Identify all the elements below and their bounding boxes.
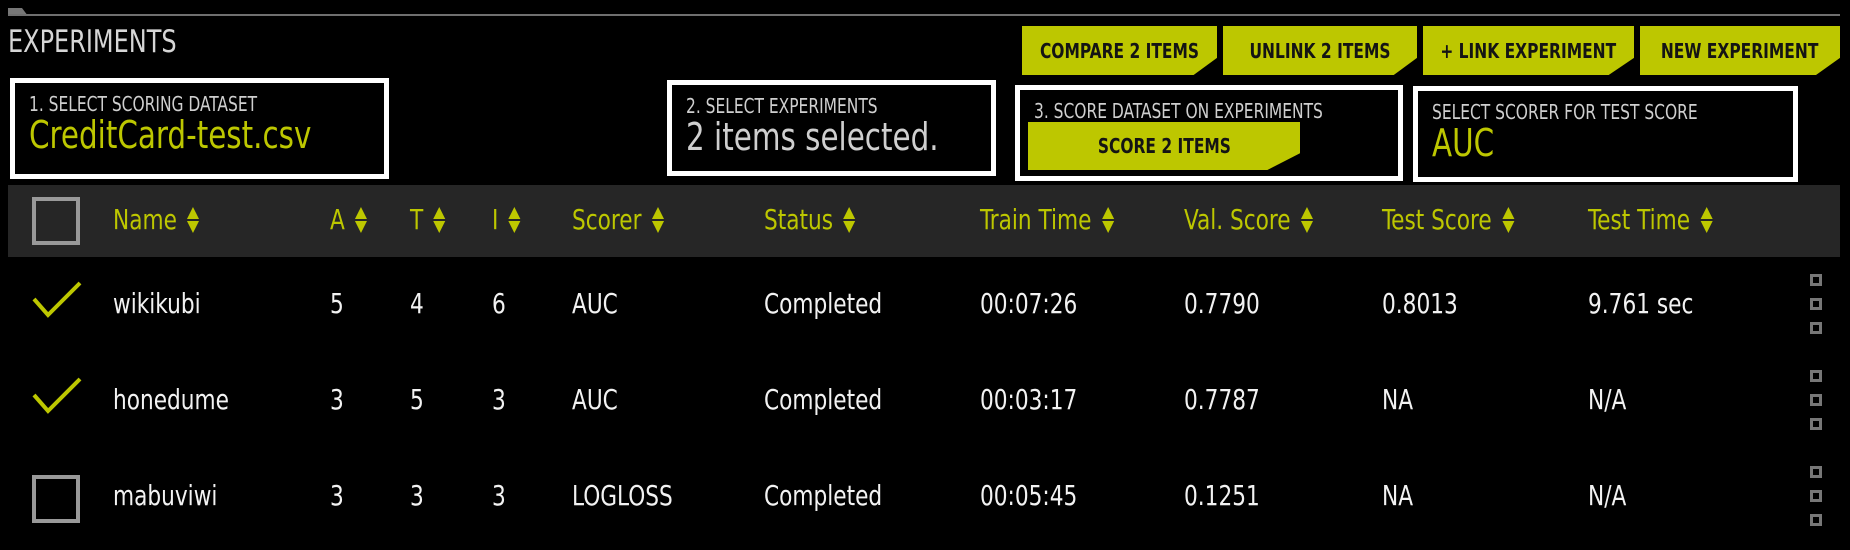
- column-header-val-score[interactable]: Val. Score: [1184, 203, 1313, 236]
- cell-test-time: N/A: [1588, 383, 1627, 416]
- cell-test-score: 0.8013: [1382, 287, 1458, 320]
- sort-icon[interactable]: [187, 206, 200, 233]
- score-items-button-label: SCORE 2 ITEMS: [1097, 134, 1231, 158]
- column-header-t[interactable]: T: [410, 203, 446, 236]
- compare-button-label: COMPARE 2 ITEMS: [1039, 38, 1200, 63]
- cell-test-time: 9.761 sec: [1588, 287, 1694, 320]
- column-label: Train Time: [980, 203, 1092, 236]
- cell-i: 6: [492, 287, 506, 320]
- checkmark-icon[interactable]: [32, 377, 82, 417]
- cell-test-score: NA: [1382, 479, 1414, 512]
- sort-icon[interactable]: [1300, 206, 1313, 233]
- row-checkbox[interactable]: [32, 475, 80, 523]
- scoring-dataset-selector[interactable]: 1. SELECT SCORING DATASET CreditCard-tes…: [10, 78, 389, 179]
- cell-train-time: 00:03:17: [980, 383, 1078, 416]
- page-title: EXPERIMENTS: [8, 24, 177, 60]
- row-menu-icon[interactable]: [1810, 466, 1824, 526]
- sort-icon[interactable]: [1502, 206, 1515, 233]
- cell-a: 3: [330, 383, 344, 416]
- scoring-dataset-value: CreditCard-test.csv: [29, 113, 312, 157]
- cell-t: 3: [410, 479, 424, 512]
- row-menu-icon[interactable]: [1810, 274, 1824, 334]
- column-label: A: [330, 203, 345, 236]
- divider: [8, 14, 1840, 16]
- link-experiment-button-label: + LINK EXPERIMENT: [1440, 38, 1617, 63]
- score-items-button[interactable]: SCORE 2 ITEMS: [1028, 122, 1300, 170]
- cell-status: Completed: [764, 479, 883, 512]
- column-label: Test Time: [1588, 203, 1691, 236]
- cell-val-score: 0.1251: [1184, 479, 1260, 512]
- unlink-button-label: UNLINK 2 ITEMS: [1249, 38, 1391, 63]
- cell-name: wikikubi: [113, 287, 201, 320]
- sort-icon[interactable]: [651, 206, 664, 233]
- column-header-status[interactable]: Status: [764, 203, 856, 236]
- score-dataset-label: 3. SCORE DATASET ON EXPERIMENTS: [1034, 99, 1323, 123]
- sort-icon[interactable]: [843, 206, 856, 233]
- column-label: Name: [113, 203, 177, 236]
- sort-icon[interactable]: [355, 206, 368, 233]
- cell-test-score: NA: [1382, 383, 1414, 416]
- cell-i: 3: [492, 383, 506, 416]
- table-header: Name A T I Scorer Status Train Time Val. Score T…: [8, 185, 1840, 257]
- cell-status: Completed: [764, 287, 883, 320]
- cell-t: 5: [410, 383, 424, 416]
- cell-name: honedume: [113, 383, 229, 416]
- cell-a: 3: [330, 479, 344, 512]
- column-label: I: [492, 203, 499, 236]
- column-label: Status: [764, 203, 834, 236]
- new-experiment-button-label: NEW EXPERIMENT: [1661, 38, 1819, 63]
- link-experiment-button[interactable]: + LINK EXPERIMENT: [1423, 26, 1634, 75]
- cell-val-score: 0.7787: [1184, 383, 1260, 416]
- cell-a: 5: [330, 287, 344, 320]
- column-header-test-time[interactable]: Test Time: [1588, 203, 1713, 236]
- column-header-a[interactable]: A: [330, 203, 368, 236]
- column-header-i[interactable]: I: [492, 203, 521, 236]
- sort-icon[interactable]: [1101, 206, 1114, 233]
- sort-icon[interactable]: [1700, 206, 1713, 233]
- cell-test-time: N/A: [1588, 479, 1627, 512]
- table-row[interactable]: mabuviwi 3 3 3 LOGLOSS Completed 00:05:45 0.125…: [8, 449, 1840, 545]
- cell-val-score: 0.7790: [1184, 287, 1260, 320]
- cell-scorer: AUC: [572, 287, 618, 320]
- score-dataset-box: 3. SCORE DATASET ON EXPERIMENTS SCORE 2 …: [1015, 85, 1403, 181]
- cell-scorer: AUC: [572, 383, 618, 416]
- column-header-scorer[interactable]: Scorer: [572, 203, 664, 236]
- cell-i: 3: [492, 479, 506, 512]
- table-row[interactable]: wikikubi 5 4 6 AUC Completed 00:07:26 0.7790 0.8…: [8, 257, 1840, 353]
- select-experiments-box: 2. SELECT EXPERIMENTS 2 items selected.: [667, 80, 996, 176]
- column-label: Scorer: [572, 203, 642, 236]
- cell-status: Completed: [764, 383, 883, 416]
- sort-icon[interactable]: [433, 206, 446, 233]
- table-row[interactable]: honedume 3 5 3 AUC Completed 00:03:17 0.7787 NA N…: [8, 353, 1840, 449]
- column-header-test-score[interactable]: Test Score: [1382, 203, 1515, 236]
- column-label: T: [410, 203, 424, 236]
- new-experiment-button[interactable]: NEW EXPERIMENT: [1640, 26, 1840, 75]
- row-menu-icon[interactable]: [1810, 370, 1824, 430]
- sort-icon[interactable]: [508, 206, 521, 233]
- test-scorer-value: AUC: [1432, 121, 1495, 165]
- checkmark-icon[interactable]: [32, 281, 82, 321]
- column-label: Val. Score: [1184, 203, 1291, 236]
- cell-train-time: 00:05:45: [980, 479, 1078, 512]
- selected-count: 2 items selected.: [686, 115, 939, 159]
- compare-button[interactable]: COMPARE 2 ITEMS: [1022, 26, 1217, 75]
- column-header-name[interactable]: Name: [113, 203, 200, 236]
- unlink-button[interactable]: UNLINK 2 ITEMS: [1223, 26, 1417, 75]
- cell-train-time: 00:07:26: [980, 287, 1078, 320]
- column-header-train-time[interactable]: Train Time: [980, 203, 1114, 236]
- cell-scorer: LOGLOSS: [572, 479, 673, 512]
- test-scorer-selector[interactable]: SELECT SCORER FOR TEST SCORE AUC: [1413, 86, 1798, 182]
- cell-t: 4: [410, 287, 424, 320]
- cell-name: mabuviwi: [113, 479, 218, 512]
- column-label: Test Score: [1382, 203, 1492, 236]
- select-all-checkbox[interactable]: [32, 197, 80, 245]
